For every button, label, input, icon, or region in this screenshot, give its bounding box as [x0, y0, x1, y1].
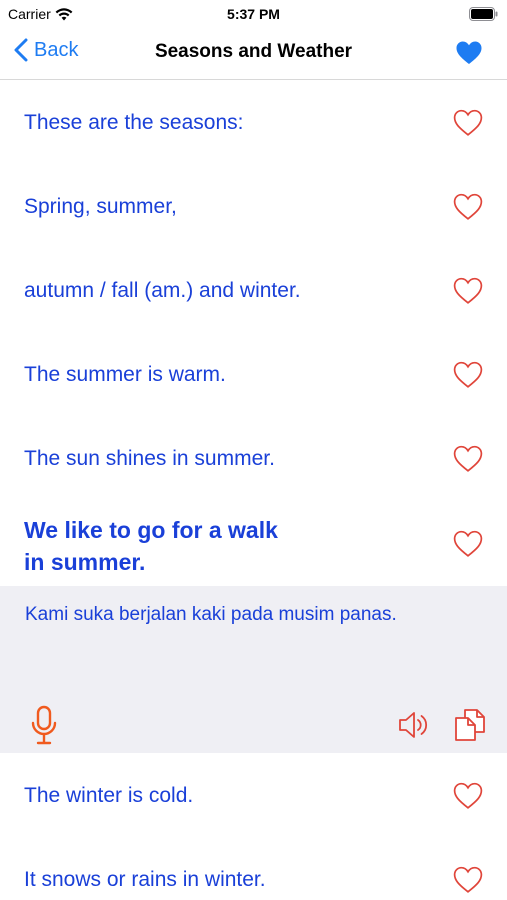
status-time: 5:37 PM: [227, 6, 280, 22]
expanded-phrase-line: We like to go for a walk: [24, 517, 278, 543]
copy-button[interactable]: [453, 708, 487, 747]
heart-outline-icon[interactable]: [453, 866, 483, 894]
expanded-phrase-row[interactable]: We like to go for a walk in summer.: [0, 502, 507, 586]
phrase-row[interactable]: autumn / fall (am.) and winter.: [0, 248, 507, 332]
heart-outline-icon[interactable]: [453, 445, 483, 473]
heart-outline-icon[interactable]: [453, 782, 483, 810]
status-bar: Carrier 5:37 PM: [0, 0, 507, 28]
speaker-button[interactable]: [398, 710, 430, 745]
translation-text: Kami suka berjalan kaki pada musim panas…: [25, 604, 397, 625]
navigation-bar: Back Seasons and Weather: [0, 28, 507, 80]
phrase-row[interactable]: These are the seasons:: [0, 80, 507, 164]
phrase-text: It snows or rains in winter.: [24, 868, 266, 891]
microphone-button[interactable]: [30, 705, 58, 752]
favorites-button[interactable]: [455, 40, 483, 71]
microphone-icon: [31, 705, 57, 745]
heart-outline-icon[interactable]: [453, 361, 483, 389]
phrase-row[interactable]: The summer is warm.: [0, 332, 507, 416]
page-title: Seasons and Weather: [154, 41, 353, 62]
phrase-text: These are the seasons:: [24, 111, 244, 134]
heart-outline-icon[interactable]: [453, 277, 483, 305]
phrase-text: autumn / fall (am.) and winter.: [24, 279, 301, 302]
phrase-row[interactable]: The sun shines in summer.: [0, 416, 507, 500]
phrase-row[interactable]: The winter is cold.: [0, 753, 507, 837]
phrase-text: Spring, summer,: [24, 195, 177, 218]
battery-icon: [469, 7, 499, 26]
phrase-text: The summer is warm.: [24, 363, 226, 386]
translation-panel: Kami suka berjalan kaki pada musim panas…: [0, 586, 507, 753]
heart-filled-icon: [456, 41, 482, 64]
phrase-text: The winter is cold.: [24, 784, 194, 807]
copy-icon: [455, 709, 485, 741]
heart-outline-icon[interactable]: [453, 530, 483, 558]
phrase-text: The sun shines in summer.: [24, 447, 275, 470]
phrase-row[interactable]: It snows or rains in winter.: [0, 837, 507, 900]
phrase-row[interactable]: Spring, summer,: [0, 164, 507, 248]
expanded-phrase-text: We like to go for a walk in summer.: [24, 514, 278, 578]
speaker-icon: [399, 712, 428, 738]
expanded-phrase-line: in summer.: [24, 549, 146, 575]
heart-outline-icon[interactable]: [453, 193, 483, 221]
heart-outline-icon[interactable]: [453, 109, 483, 137]
